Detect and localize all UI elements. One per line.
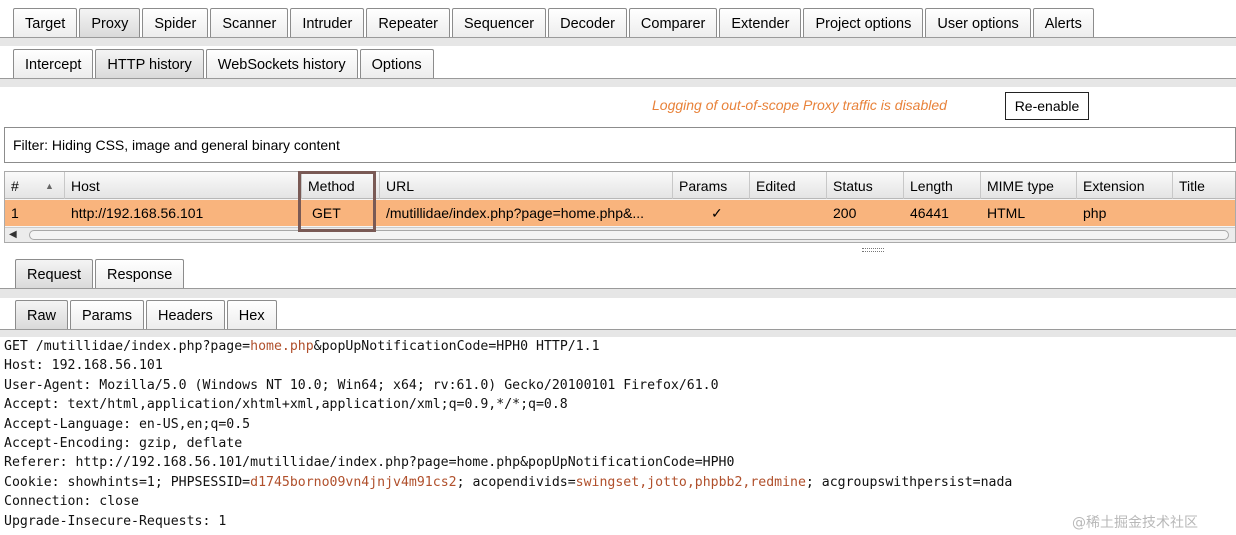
header-upgrade-insecure-requests: Upgrade-Insecure-Requests: 1 bbox=[4, 513, 227, 529]
reenable-button[interactable]: Re-enable bbox=[1005, 92, 1089, 120]
tab-intercept[interactable]: Intercept bbox=[13, 49, 94, 79]
header-accept: Accept: text/html,application/xhtml+xml,… bbox=[4, 397, 568, 413]
tab-params[interactable]: Params bbox=[70, 300, 144, 330]
horizontal-scrollbar[interactable]: ◀ bbox=[5, 227, 1235, 242]
cell-extension: php bbox=[1083, 205, 1107, 221]
header-connection: Connection: close bbox=[4, 494, 139, 510]
cell-params-checkmark: ✓ bbox=[711, 204, 723, 221]
http-history-table: # ▲ Host Method URL Params Edited Status… bbox=[4, 171, 1236, 243]
tab-scanner[interactable]: Scanner bbox=[210, 8, 289, 38]
tab-websockets-history[interactable]: WebSockets history bbox=[205, 49, 358, 79]
message-tab-divider bbox=[0, 288, 1236, 298]
cell-length: 46441 bbox=[910, 205, 949, 221]
proxy-tab-bar: Intercept HTTP history WebSockets histor… bbox=[13, 49, 436, 79]
column-header-status[interactable]: Status bbox=[827, 172, 904, 199]
column-header-method[interactable]: Method bbox=[302, 172, 380, 199]
table-header: # ▲ Host Method URL Params Edited Status… bbox=[5, 172, 1235, 199]
table-row[interactable]: 1 http://192.168.56.101 GET /mutillidae/… bbox=[5, 200, 1235, 226]
cookie-acopendivids-value: swingset,jotto,phpbb2,redmine bbox=[575, 474, 806, 490]
scrollbar-thumb[interactable] bbox=[29, 230, 1229, 240]
request-line: GET /mutillidae/index.php?page=home.php&… bbox=[4, 339, 600, 354]
header-user-agent: User-Agent: Mozilla/5.0 (Windows NT 10.0… bbox=[4, 377, 719, 393]
cookie-phpsessid-value: d1745borno09vn4jnjv4m91cs2 bbox=[250, 474, 457, 490]
cell-host: http://192.168.56.101 bbox=[71, 205, 204, 221]
column-header-extension[interactable]: Extension bbox=[1077, 172, 1173, 199]
cell-status: 200 bbox=[833, 205, 857, 221]
cell-mime-type: HTML bbox=[987, 205, 1026, 221]
cell-method: GET bbox=[312, 205, 341, 221]
tab-repeater[interactable]: Repeater bbox=[366, 8, 450, 38]
tab-headers[interactable]: Headers bbox=[145, 300, 225, 330]
column-header-length[interactable]: Length bbox=[904, 172, 981, 199]
main-tab-divider bbox=[0, 37, 1236, 46]
tab-decoder[interactable]: Decoder bbox=[548, 8, 627, 38]
message-tab-bar: Request Response bbox=[15, 259, 186, 289]
tab-project-options[interactable]: Project options bbox=[803, 8, 924, 38]
tab-hex[interactable]: Hex bbox=[226, 300, 277, 330]
column-header-number[interactable]: # ▲ bbox=[5, 172, 65, 199]
watermark: @稀土掘金技术社区 bbox=[1072, 515, 1198, 531]
tab-alerts[interactable]: Alerts bbox=[1032, 8, 1094, 38]
header-accept-encoding: Accept-Encoding: gzip, deflate bbox=[4, 436, 243, 452]
tab-response[interactable]: Response bbox=[95, 259, 185, 289]
column-header-mime-type[interactable]: MIME type bbox=[981, 172, 1077, 199]
splitter-grip-icon[interactable] bbox=[862, 248, 884, 252]
header-accept-language: Accept-Language: en-US,en;q=0.5 bbox=[4, 416, 251, 432]
tab-comparer[interactable]: Comparer bbox=[628, 8, 718, 38]
header-host: Host: 192.168.56.101 bbox=[4, 358, 163, 374]
column-header-host[interactable]: Host bbox=[65, 172, 302, 199]
scroll-left-icon[interactable]: ◀ bbox=[9, 229, 17, 240]
header-cookie: Cookie: showhints=1; PHPSESSID=d1745born… bbox=[4, 474, 1013, 490]
tab-options[interactable]: Options bbox=[359, 49, 434, 79]
tab-sequencer[interactable]: Sequencer bbox=[451, 8, 547, 38]
filter-text: Filter: Hiding CSS, image and general bi… bbox=[13, 137, 340, 153]
tab-http-history[interactable]: HTTP history bbox=[95, 49, 204, 79]
column-header-edited[interactable]: Edited bbox=[750, 172, 827, 199]
cell-edited bbox=[750, 200, 827, 226]
column-header-url[interactable]: URL bbox=[380, 172, 673, 199]
column-header-params[interactable]: Params bbox=[673, 172, 750, 199]
filter-bar[interactable]: Filter: Hiding CSS, image and general bi… bbox=[4, 127, 1236, 163]
tab-intruder[interactable]: Intruder bbox=[290, 8, 365, 38]
pane-splitter[interactable] bbox=[0, 245, 1236, 255]
view-tab-bar: Raw Params Headers Hex bbox=[15, 300, 279, 330]
param-value-page: home.php bbox=[250, 339, 314, 354]
tab-target[interactable]: Target bbox=[13, 8, 78, 38]
tab-proxy[interactable]: Proxy bbox=[79, 8, 141, 38]
tab-extender[interactable]: Extender bbox=[719, 8, 802, 38]
sort-ascending-icon: ▲ bbox=[45, 181, 54, 191]
logging-disabled-message: Logging of out-of-scope Proxy traffic is… bbox=[652, 97, 947, 113]
cell-title bbox=[1173, 200, 1236, 226]
raw-request-editor[interactable]: GET /mutillidae/index.php?page=home.php&… bbox=[4, 337, 1236, 535]
cell-url: /mutillidae/index.php?page=home.php&... bbox=[386, 205, 645, 221]
column-header-title[interactable]: Title bbox=[1173, 172, 1236, 199]
tab-raw[interactable]: Raw bbox=[15, 300, 69, 330]
cell-number: 1 bbox=[11, 205, 19, 221]
view-tab-divider bbox=[0, 329, 1236, 337]
header-referer: Referer: http://192.168.56.101/mutillida… bbox=[4, 455, 735, 471]
tab-spider[interactable]: Spider bbox=[142, 8, 209, 38]
tab-user-options[interactable]: User options bbox=[925, 8, 1031, 38]
tab-request[interactable]: Request bbox=[15, 259, 94, 289]
proxy-tab-divider bbox=[0, 78, 1236, 87]
main-tab-bar: Target Proxy Spider Scanner Intruder Rep… bbox=[13, 8, 1096, 38]
